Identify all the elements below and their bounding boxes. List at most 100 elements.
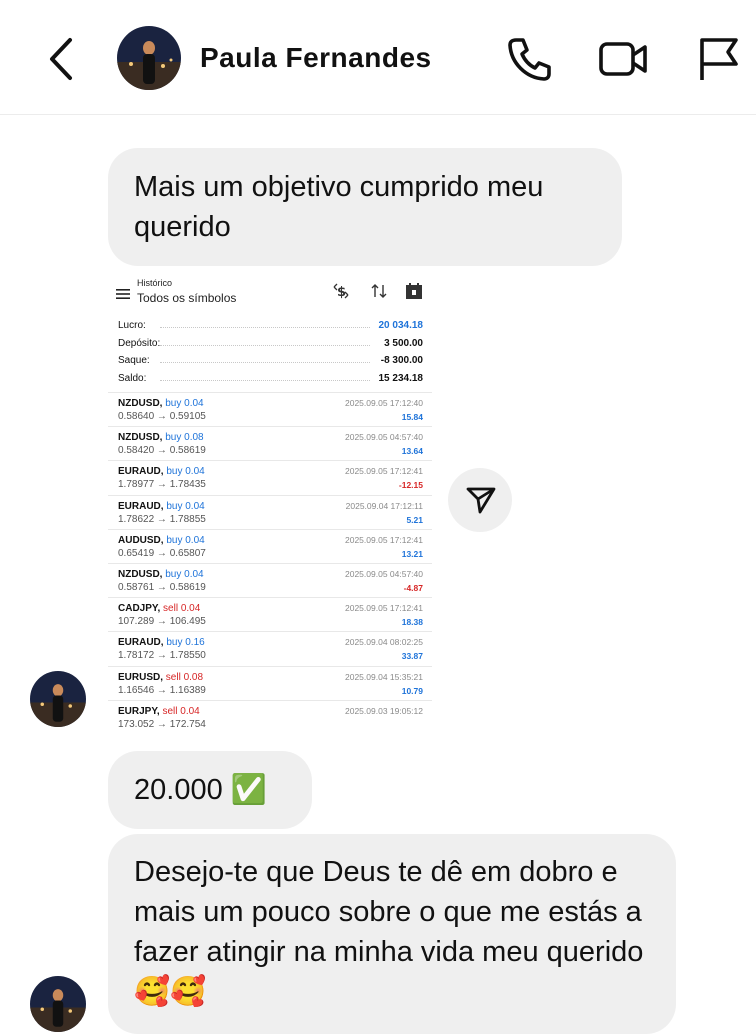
trade-date: 2025.09.05 17:12:41 [345,466,423,477]
trade-symbol: NZDUSD, buy 0.04 [118,398,204,409]
trade-symbol: AUDUSD, buy 0.04 [118,534,205,546]
trade-profit: 10.79 [401,685,423,696]
trade-profit: -12.15 [398,480,423,491]
trade-symbol: EURUSD, sell 0.08 [118,671,204,683]
summary-value: 3 500.00 [384,337,423,349]
summary-label: Lucro: [118,320,146,331]
trade-prices: 1.78172 → 1.78550 [118,650,206,662]
trade-profit: 5.21 [406,514,423,525]
trade-side: buy 0.04 [166,534,205,546]
trade-prices: 0.65419 → 0.65807 [118,547,206,559]
trade-symbol: CADJPY, sell 0.04 [118,603,201,615]
trade-date: 2025.09.04 15:35:21 [345,671,423,682]
chat-header: Paula Fernandes [0,0,756,115]
trade-profit: 15.84 [401,412,423,422]
summary-row: Saque: -8 300.00 [108,353,432,371]
message-bubble[interactable]: Mais um objetivo cumprido meu querido [108,148,622,266]
trade-side: buy 0.04 [165,398,204,409]
trade-symbol: EURJPY, sell 0.04 [118,705,200,717]
message-bubble[interactable]: Desejo-te que Deus te dê em dobro e mais… [108,834,676,1034]
sort-icon [370,282,388,300]
send-icon [466,487,496,514]
trade-row[interactable]: AUDUSD, buy 0.04 0.65419 → 0.65807 2025.09… [108,528,432,563]
trade-history-screenshot[interactable]: Histórico Todos os símbolos $ Lucro: 20 0… [108,268,432,728]
trade-row[interactable]: NZDUSD, buy 0.04 0.58640 → 0.59105 2025.09… [108,392,432,426]
trade-date: 2025.09.05 04:57:40 [345,432,423,443]
menu-icon [116,286,130,299]
trade-side: buy 0.16 [166,637,205,649]
trade-row[interactable]: EURAUD, buy 0.16 1.78172 → 1.78550 2025.09… [108,631,432,665]
symbols-filter: Todos os símbolos [137,291,237,305]
summary-value: -8 300.00 [380,355,423,366]
contact-avatar[interactable] [117,26,181,90]
trade-prices: 1.78622 → 1.78855 [118,513,206,525]
trade-date: 2025.09.04 17:12:11 [345,500,423,511]
trade-prices: 173.052 → 172.754 [118,718,206,728]
trade-side: buy 0.04 [165,568,204,580]
summary-label: Saldo: [118,372,147,384]
trade-profit: 33.87 [401,651,423,662]
trade-prices: 107.289 → 106.495 [118,616,206,628]
trade-row[interactable]: CADJPY, sell 0.04 107.289 → 106.495 2025.0… [108,597,432,631]
history-label: Histórico [137,278,173,288]
trade-row[interactable]: EURAUD, buy 0.04 1.78977 → 1.78435 2025.09… [108,460,432,494]
dotted-leader [160,344,370,346]
sender-avatar[interactable] [30,671,86,727]
trade-side: buy 0.08 [165,432,204,444]
trade-profit: 13.21 [401,548,423,559]
dotted-leader [160,327,370,328]
summary-value: 20 034.18 [378,320,424,331]
trade-side: sell 0.04 [162,705,200,717]
trade-row[interactable]: NZDUSD, buy 0.08 0.58420 → 0.58619 2025.09… [108,426,432,460]
trade-symbol: EURAUD, buy 0.16 [118,637,205,649]
summary-row: Depósito: 3 500.00 [108,336,432,354]
message-text: Desejo-te que Deus te dê em dobro e mais… [134,856,644,1008]
trade-date: 2025.09.05 17:12:41 [345,603,423,614]
trade-list: NZDUSD, buy 0.04 0.58640 → 0.59105 2025.09… [108,392,432,728]
trade-symbol: NZDUSD, buy 0.04 [118,568,204,580]
currency-swap-icon: $ [332,282,350,300]
trade-row[interactable]: EURUSD, sell 0.08 1.16546 → 1.16389 2025.0… [108,665,432,700]
back-chevron-icon[interactable] [42,36,82,82]
share-button[interactable] [448,468,512,532]
trade-prices: 0.58761 → 0.58619 [118,581,206,593]
trade-symbol: EURAUD, buy 0.04 [118,500,205,512]
trade-profit: 18.38 [401,617,423,628]
trade-row[interactable]: EURAUD, buy 0.04 1.78622 → 1.78855 2025.09… [108,494,432,529]
contact-name[interactable]: Paula Fernandes [200,42,432,74]
trade-date: 2025.09.03 19:05:12 [345,705,423,716]
message-bubble[interactable]: 20.000 ✅ [108,751,312,829]
trade-profit: 13.64 [401,446,423,457]
trade-prices: 1.16546 → 1.16389 [118,684,206,696]
trade-row[interactable]: EURJPY, sell 0.04 173.052 → 172.754 2025.0… [108,699,432,728]
calendar-icon [405,282,423,300]
trade-date: 2025.09.05 17:12:41 [345,534,423,545]
flag-icon[interactable] [696,34,746,84]
summary-row: Lucro: 20 034.18 [108,318,432,336]
account-summary: Lucro: 20 034.18 Depósito: 3 500.00 Saque: -8… [108,318,432,388]
summary-value: 15 234.18 [378,372,424,384]
trade-side: sell 0.08 [165,671,204,683]
summary-row: Saldo: 15 234.18 [108,371,432,389]
trade-date: 2025.09.05 04:57:40 [345,568,423,579]
trade-row[interactable]: NZDUSD, buy 0.04 0.58761 → 0.58619 2025.09… [108,562,432,597]
message-text: Mais um objetivo cumprido meu querido [134,171,544,243]
trade-date: 2025.09.05 17:12:40 [345,398,423,408]
trade-side: buy 0.04 [166,466,205,478]
trade-symbol: NZDUSD, buy 0.08 [118,432,204,444]
trade-profit: -4.87 [403,582,423,593]
trade-symbol: EURAUD, buy 0.04 [118,466,205,478]
phone-icon[interactable] [504,34,554,84]
summary-label: Saque: [118,355,150,366]
message-text: 20.000 ✅ [134,774,267,806]
dotted-leader [160,379,370,381]
trade-prices: 0.58640 → 0.59105 [118,411,206,422]
trade-side: buy 0.04 [166,500,205,512]
trade-prices: 0.58420 → 0.58619 [118,445,206,457]
dotted-leader [160,362,370,363]
video-camera-icon[interactable] [598,34,648,84]
trade-prices: 1.78977 → 1.78435 [118,479,206,491]
trade-side: sell 0.04 [163,603,201,615]
trade-date: 2025.09.04 08:02:25 [345,637,423,648]
summary-label: Depósito: [118,337,161,349]
